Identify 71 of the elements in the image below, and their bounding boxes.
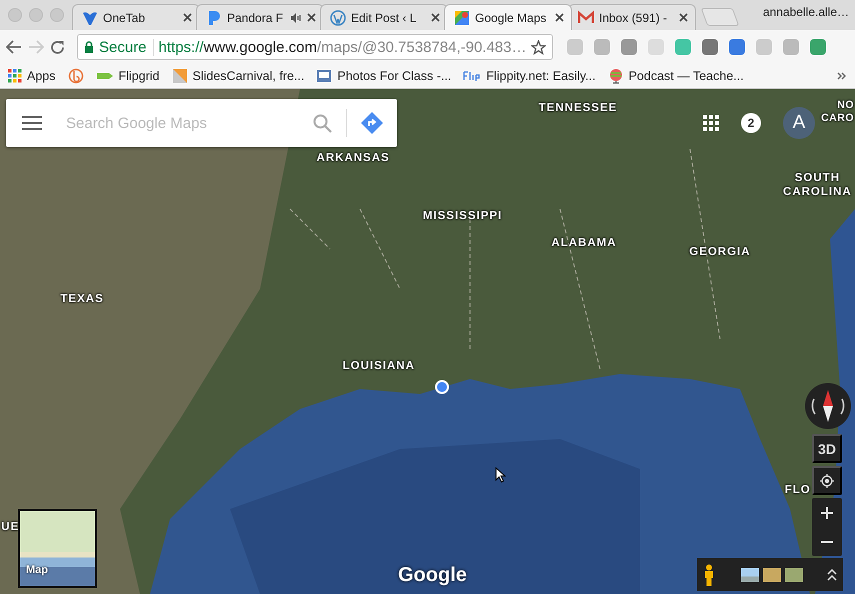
crosshair-icon	[820, 472, 834, 488]
map-label: FLO	[784, 484, 811, 496]
reload-icon[interactable]	[50, 40, 65, 54]
bookmark-link[interactable]	[68, 68, 84, 84]
globe-icon	[608, 68, 624, 84]
map-label: GEORGIA	[689, 246, 751, 258]
bookmark-link[interactable]: Apps	[8, 69, 56, 83]
flag-icon	[96, 70, 114, 82]
map-label: NO CARO	[820, 99, 854, 126]
apps-grid-icon	[8, 69, 22, 83]
extension-icon[interactable]	[702, 39, 718, 55]
extension-icon[interactable]	[810, 39, 826, 55]
browser-tab[interactable]: Inbox (591) -	[568, 4, 696, 30]
lock-icon	[84, 41, 94, 53]
map-label: TENNESSEE	[538, 102, 618, 114]
bookmark-link[interactable]: Flippity.net: Easily...	[463, 69, 596, 83]
bookmark-link[interactable]: SlidesCarnival, fre...	[172, 68, 304, 84]
map-label: TEXAS	[60, 292, 104, 305]
browser-tab[interactable]: OneTab	[72, 4, 200, 30]
map-label: SOUTH CAROLINA	[782, 170, 853, 199]
back-arrow-icon[interactable]	[6, 40, 22, 54]
address-bar[interactable]: Secure https://www.google.com/maps/@30.7538784,-90.483…	[77, 34, 554, 60]
envelope-icon	[578, 10, 594, 26]
browser-tab[interactable]: Edit Post ‹ L	[320, 4, 448, 30]
url-text: https://www.google.com/maps/@30.7538784,-90.483…	[158, 38, 526, 56]
star-icon[interactable]	[531, 40, 546, 54]
imagery-thumbnail[interactable]	[741, 568, 759, 582]
bookmark-link[interactable]: Flipgrid	[96, 69, 160, 83]
browser-tab[interactable]: Google Maps	[444, 4, 572, 30]
plus-icon	[821, 506, 833, 518]
compass-icon[interactable]	[805, 383, 851, 429]
map-view-thumbnail[interactable]: Map	[18, 509, 97, 588]
imagery-thumbnail[interactable]	[763, 568, 781, 582]
profile-name[interactable]: annabelle.alle…	[762, 5, 855, 25]
page-icon	[172, 68, 188, 84]
map-label: LOUISIANA	[342, 360, 415, 372]
map-thumbnail-label: Map	[26, 564, 48, 576]
funnel-icon	[82, 10, 98, 26]
close-icon[interactable]	[183, 13, 192, 22]
map-logo: Google	[398, 564, 467, 587]
circle-logo-icon	[68, 68, 84, 84]
extension-icon[interactable]	[621, 39, 638, 55]
pegman-icon[interactable]	[703, 564, 715, 586]
map-label: ALABAMA	[551, 237, 617, 250]
imagery-thumbnail[interactable]	[785, 568, 803, 582]
map-label: UE	[1, 520, 20, 533]
tab-favicon-icon	[206, 10, 222, 26]
close-icon[interactable]	[679, 13, 688, 22]
apps-grid-icon[interactable]	[703, 115, 719, 131]
speaker-icon[interactable]	[291, 12, 302, 22]
security-label: Secure	[99, 38, 154, 56]
search-field[interactable]: Search Google Maps	[64, 114, 299, 132]
flip-logo-icon	[463, 71, 482, 81]
extension-icon[interactable]	[729, 39, 746, 55]
directions-icon[interactable]	[361, 112, 383, 134]
map-label: ARKANSAS	[316, 152, 390, 164]
close-icon[interactable]	[307, 13, 316, 22]
map-label: MISSISSIPPI	[422, 210, 502, 222]
tab-favicon-icon	[330, 10, 346, 26]
close-icon[interactable]	[555, 13, 564, 22]
mouse-cursor-icon	[495, 467, 506, 483]
photos-icon	[316, 68, 332, 84]
close-icon[interactable]	[431, 13, 440, 22]
expand-chevron-icon[interactable]	[827, 568, 837, 580]
bookmark-link[interactable]: Podcast — Teache...	[608, 68, 744, 84]
my-location-button[interactable]	[812, 466, 842, 495]
double-chevron-icon[interactable]	[837, 72, 847, 80]
bookmark-link[interactable]: Photos For Class -...	[316, 68, 452, 84]
browser-tab[interactable]: Pandora F	[196, 4, 324, 30]
menu-icon[interactable]	[22, 116, 42, 130]
3d-button[interactable]: 3D	[812, 434, 842, 463]
